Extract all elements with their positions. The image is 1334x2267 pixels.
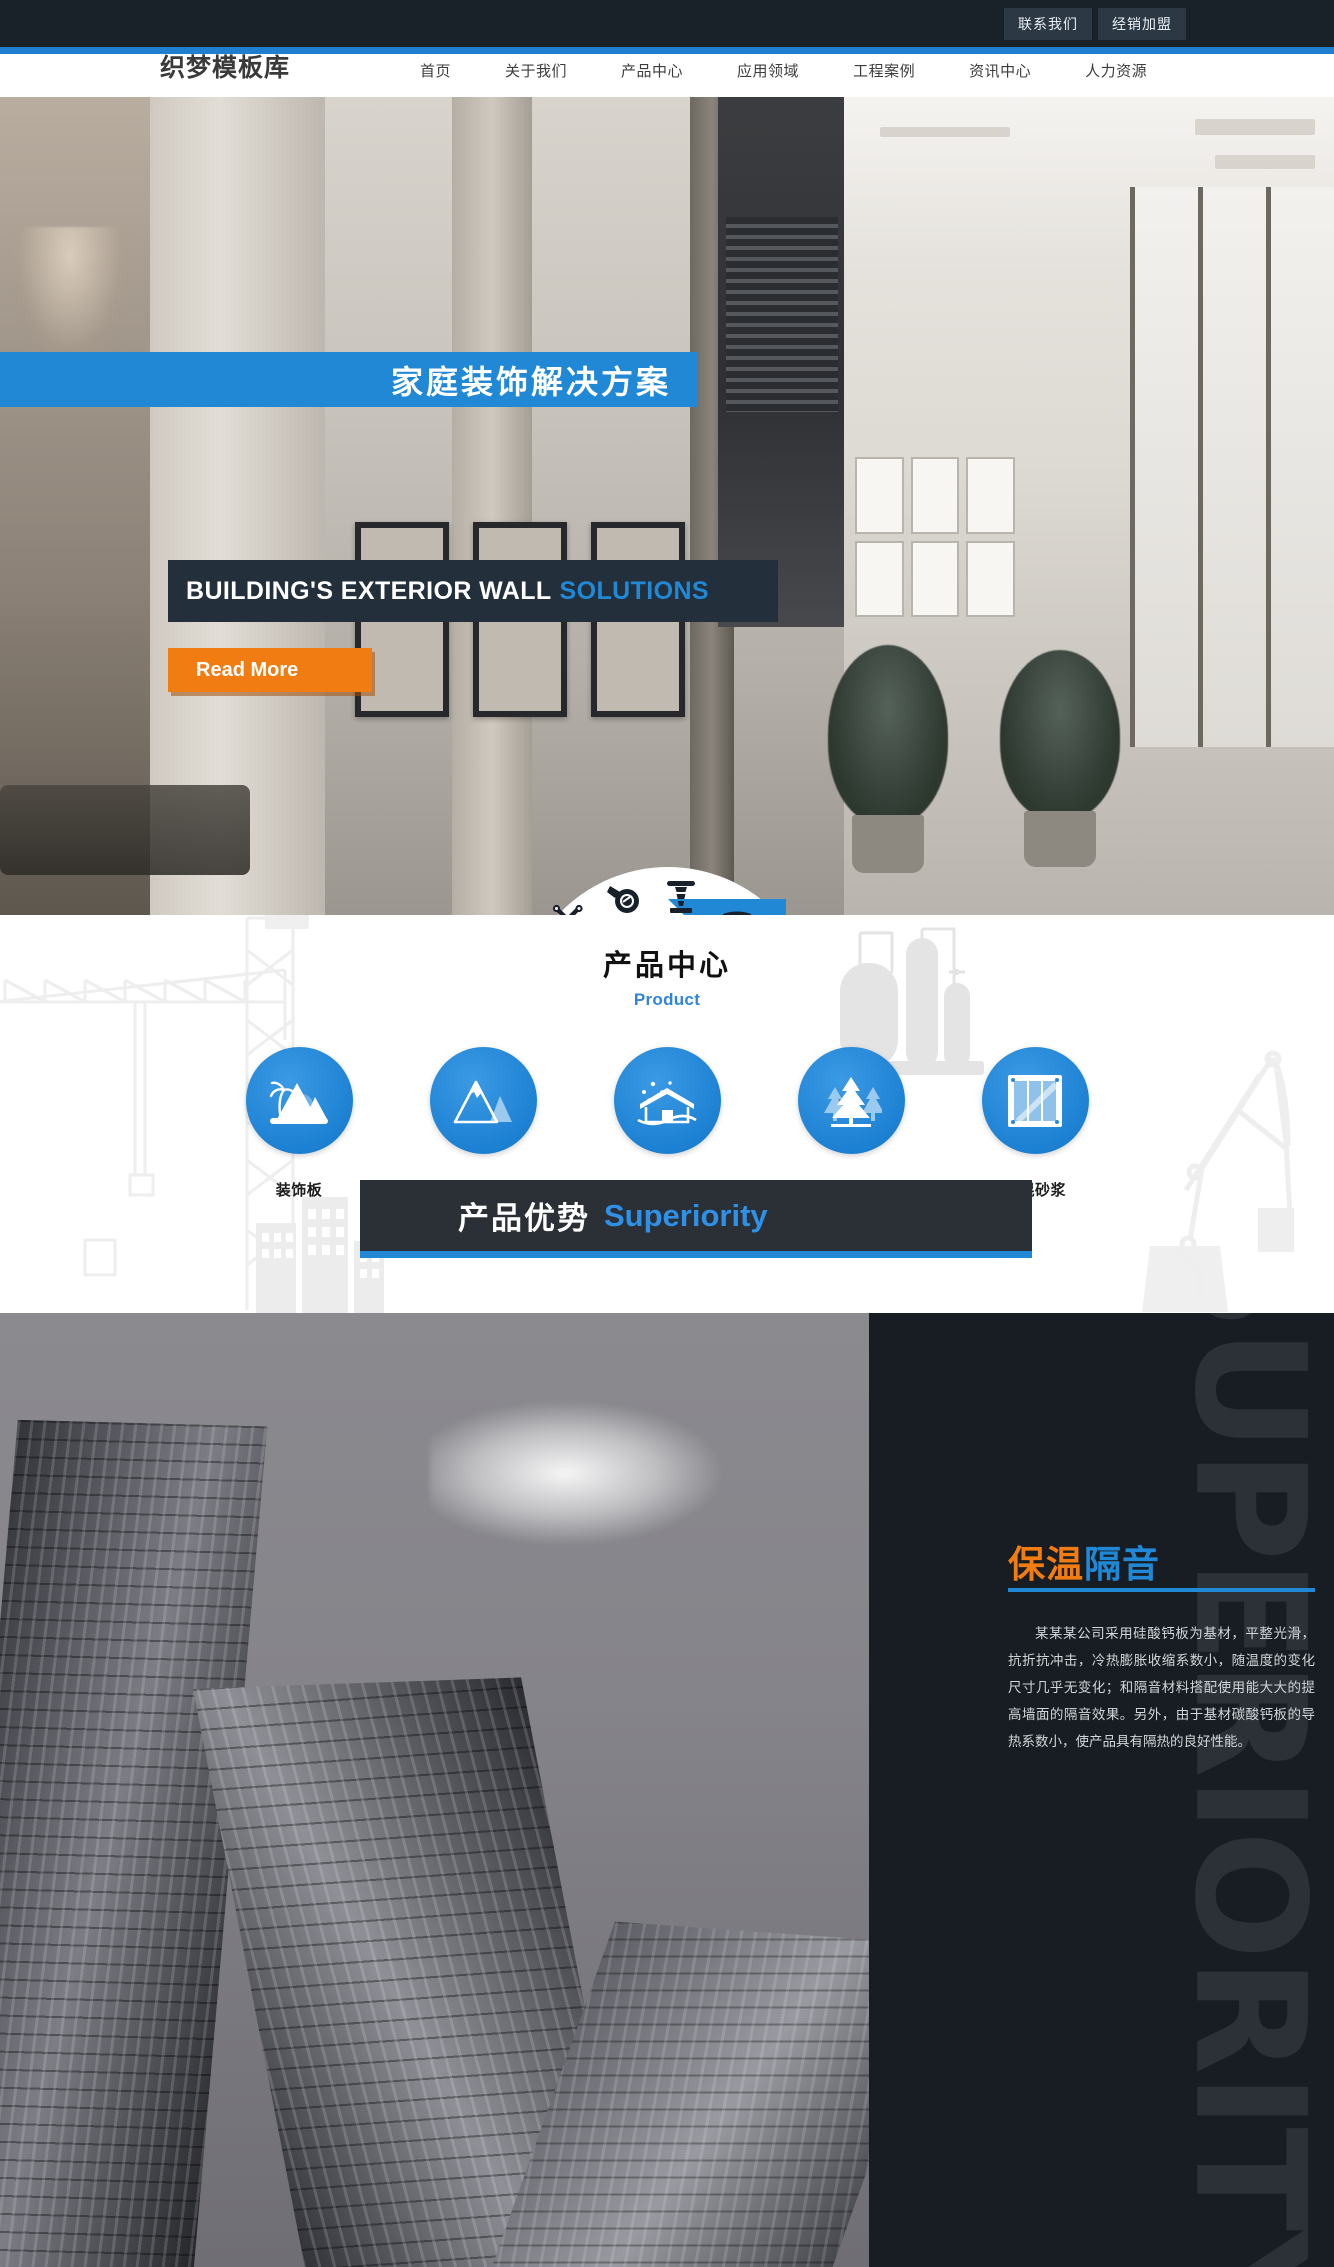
nav-item-about[interactable]: 关于我们 xyxy=(478,60,594,81)
crossed-wrench-icon xyxy=(551,903,585,915)
nav-item-products[interactable]: 产品中心 xyxy=(594,60,710,81)
superiority-dark-panel: SUPERIORITY xyxy=(869,1313,1334,2267)
nav-item-cases[interactable]: 工程案例 xyxy=(826,60,942,81)
excavator-crane-silhouette xyxy=(1090,1050,1320,1313)
pine-trees-icon xyxy=(797,1047,905,1154)
hero-title-text: 家庭装饰解决方案 xyxy=(390,362,671,401)
superiority-watermark: SUPERIORITY xyxy=(1161,1313,1334,2267)
site-logo[interactable]: 织梦模板库 xyxy=(160,48,290,84)
dealer-join-button[interactable]: 经销加盟 xyxy=(1098,7,1186,40)
nav-item-hr[interactable]: 人力资源 xyxy=(1058,60,1174,81)
window-frame-icon xyxy=(981,1047,1089,1154)
lighthouse-icon xyxy=(662,879,700,915)
hero-title-banner: 家庭装饰解决方案 xyxy=(0,352,697,407)
superiority-heading-blue: 隔音 xyxy=(1084,1543,1160,1586)
product-category-metal-trim[interactable]: 金属装饰线条 xyxy=(417,1047,549,1200)
main-navigation: 首页 关于我们 产品中心 应用领域 工程案例 资讯中心 人力资源 xyxy=(420,60,1174,81)
nav-item-home[interactable]: 首页 xyxy=(420,60,478,81)
superiority-body-text: 某某某公司采用硅酸钙板为基材，平整光滑，抗折抗冲击，冷热膨胀收缩系数小，随温度的… xyxy=(1008,1626,1315,1749)
product-category-textured-mortar[interactable]: 质感装饰砂浆 xyxy=(785,1047,917,1200)
site-header: 织梦模板库 首页 关于我们 产品中心 应用领域 工程案例 资讯中心 人力资源 xyxy=(0,53,1334,97)
top-utility-buttons: 联系我们 经销加盟 xyxy=(1004,0,1186,47)
snow-house-icon xyxy=(613,1047,721,1154)
tools-gauge-widget xyxy=(518,867,818,915)
superiority-heading-rule xyxy=(1008,1588,1315,1592)
skyscraper-photo xyxy=(0,1313,869,2267)
product-section-subtitle: Product xyxy=(633,990,701,1009)
product-category-dry-mix-mortar[interactable]: 干混砂浆 xyxy=(969,1047,1101,1200)
product-category-decorative-board[interactable]: 装饰板 xyxy=(233,1047,365,1200)
product-category-label: 装饰板 xyxy=(275,1181,323,1199)
superiority-heading: 保温隔音 xyxy=(1008,1534,1160,1588)
contact-us-button[interactable]: 联系我们 xyxy=(1004,7,1092,40)
read-more-button[interactable]: Read More xyxy=(168,648,372,692)
hero-background-photo xyxy=(0,97,1334,915)
superiority-banner: 产品优势 Superiority xyxy=(360,1180,1032,1258)
product-section-title: 产品中心 xyxy=(602,948,731,982)
hero-subtitle-banner: BUILDING'S EXTERIOR WALL SOLUTIONS xyxy=(168,560,778,622)
product-category-row: 装饰板 金属装饰线条 xyxy=(233,1047,1101,1200)
superiority-section: SUPERIORITY xyxy=(0,1313,1334,2267)
superiority-banner-en: Superiority xyxy=(604,1197,768,1233)
drill-icon xyxy=(604,884,642,915)
nav-item-applications[interactable]: 应用领域 xyxy=(710,60,826,81)
nav-item-news[interactable]: 资讯中心 xyxy=(942,60,1058,81)
superiority-heading-orange: 保温 xyxy=(1008,1543,1084,1586)
island-mountain-icon xyxy=(245,1047,353,1154)
top-utility-bar: 联系我们 经销加盟 xyxy=(0,0,1334,47)
hero-subtitle-primary: BUILDING'S EXTERIOR WALL xyxy=(186,576,552,605)
hero-banner: 家庭装饰解决方案 BUILDING'S EXTERIOR WALL SOLUTI… xyxy=(0,97,1334,915)
hero-subtitle-accent: SOLUTIONS xyxy=(559,576,709,605)
mountains-icon xyxy=(429,1047,537,1154)
product-category-metal-board[interactable]: 金属装饰板 xyxy=(601,1047,733,1200)
superiority-banner-cn: 产品优势 xyxy=(458,1201,590,1237)
